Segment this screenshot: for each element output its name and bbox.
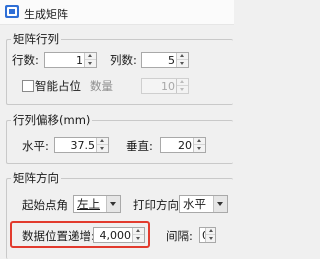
rows-label: 行数: (12, 53, 39, 67)
start-corner-dropdown[interactable]: 左上 (73, 195, 121, 213)
print-direction-label: 打印方向 (133, 198, 179, 212)
increment-up-arrow-icon[interactable] (133, 228, 144, 235)
cols-down-arrow-icon[interactable] (177, 60, 188, 67)
print-direction-value: 水平 (183, 197, 206, 211)
horizontal-down-arrow-icon[interactable] (97, 145, 108, 152)
quantity-stepper[interactable]: 10 (141, 78, 189, 94)
data-increment-label: 数据位置递增: (22, 229, 95, 243)
horizontal-offset-stepper[interactable]: 37.5 (54, 137, 109, 153)
quantity-down-arrow-icon[interactable] (177, 86, 188, 93)
rows-up-arrow-icon[interactable] (85, 53, 96, 60)
vertical-down-arrow-icon[interactable] (194, 145, 205, 152)
vertical-up-arrow-icon[interactable] (194, 138, 205, 145)
print-direction-dropdown[interactable]: 水平 (179, 195, 228, 213)
rows-value: 1 (76, 54, 83, 67)
start-corner-value: 左上 (77, 197, 100, 211)
chevron-down-icon[interactable] (213, 196, 227, 212)
interval-up-arrow-icon[interactable] (206, 228, 215, 235)
rows-down-arrow-icon[interactable] (85, 60, 96, 67)
increment-down-arrow-icon[interactable] (133, 235, 144, 242)
group-title-rows-cols: 矩阵行列 (11, 31, 61, 47)
interval-stepper[interactable]: 0 (199, 227, 216, 243)
horizontal-up-arrow-icon[interactable] (97, 138, 108, 145)
smart-placeholder-checkbox[interactable] (22, 80, 34, 92)
vertical-offset-value: 20 (178, 139, 192, 152)
window-title: 生成矩阵 (24, 8, 68, 21)
interval-down-arrow-icon[interactable] (206, 235, 215, 242)
app-icon (5, 5, 19, 18)
group-title-direction: 矩阵方向 (11, 170, 61, 186)
horizontal-label: 水平: (22, 139, 49, 153)
group-title-offset: 行列偏移(mm) (11, 112, 93, 128)
horizontal-offset-value: 37.5 (70, 139, 96, 152)
quantity-value: 10 (161, 80, 175, 93)
start-corner-label: 起始点角 (22, 198, 68, 212)
cols-value: 5 (168, 54, 175, 67)
cols-up-arrow-icon[interactable] (177, 53, 188, 60)
data-increment-value: 4,000 (99, 229, 132, 242)
smart-placeholder-label: 智能占位 (35, 79, 81, 93)
interval-label: 间隔: (166, 229, 193, 243)
cols-label: 列数: (110, 53, 137, 67)
cols-stepper[interactable]: 5 (141, 52, 189, 68)
vertical-label: 垂直: (126, 139, 153, 153)
vertical-offset-stepper[interactable]: 20 (160, 137, 206, 153)
interval-value: 0 (202, 229, 209, 242)
chevron-down-icon[interactable] (106, 196, 120, 212)
rows-stepper[interactable]: 1 (44, 52, 97, 68)
matrix-rows-cols-group: 矩阵行列 (6, 31, 233, 105)
title-bar: 生成矩阵 (0, 0, 234, 25)
data-increment-stepper[interactable]: 4,000 (93, 227, 145, 243)
quantity-label: 数量 (90, 79, 113, 93)
quantity-up-arrow-icon[interactable] (177, 79, 188, 86)
